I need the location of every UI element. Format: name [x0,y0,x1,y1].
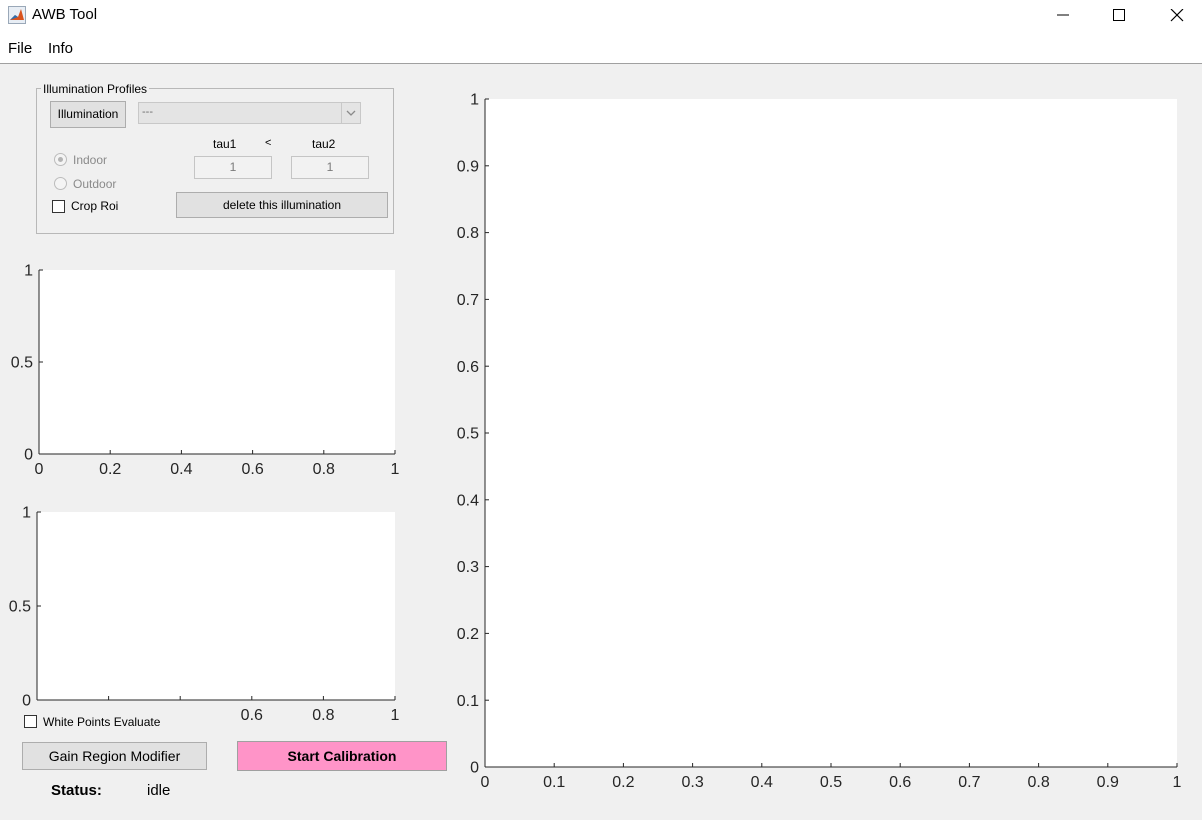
y-tick-label: 0.5 [457,426,479,443]
status-label: Status: [51,782,102,799]
y-tick-label: 0 [470,760,479,777]
white-points-label: White Points Evaluate [43,715,167,729]
bottom-left-axes[interactable] [37,512,395,700]
axes-layer: 0 0.2 0.4 0.6 0.8 1 0 0.5 1 0.6 0.8 1 0 0.5 1 0 0.1 0.2… [9,92,1182,791]
x-tick-label: 0.6 [241,461,263,478]
x-tick-label: 0.6 [241,707,263,724]
x-tick-label: 0.2 [99,461,121,478]
x-tick-label: 0.3 [681,774,703,791]
y-tick-label: 0 [24,447,33,464]
y-tick-label: 0.1 [457,693,479,710]
y-tick-label: 0.6 [457,359,479,376]
x-tick-label: 0.2 [612,774,634,791]
main-axes[interactable] [485,99,1177,767]
x-tick-label: 1 [391,707,400,724]
y-tick-label: 0.3 [457,559,479,576]
x-tick-label: 0.8 [313,461,335,478]
x-tick-label: 0.5 [820,774,842,791]
gain-region-modifier-button[interactable]: Gain Region Modifier [22,742,207,770]
y-tick-label: 0.5 [11,355,33,372]
x-tick-label: 0.7 [958,774,980,791]
y-tick-label: 1 [22,505,31,522]
y-tick-label: 0.4 [457,492,479,509]
start-calibration-button[interactable]: Start Calibration [237,741,447,771]
x-tick-label: 0.8 [312,707,334,724]
y-tick-label: 0 [22,693,31,710]
y-tick-label: 0.8 [457,225,479,242]
x-tick-label: 1 [391,461,400,478]
white-points-checkbox[interactable] [24,715,37,728]
y-tick-label: 0.5 [9,599,31,616]
y-tick-label: 0.9 [457,158,479,175]
x-tick-label: 0 [35,461,44,478]
x-tick-label: 0.6 [889,774,911,791]
x-tick-label: 0.9 [1097,774,1119,791]
y-tick-label: 1 [470,92,479,109]
x-tick-label: 0.8 [1027,774,1049,791]
x-tick-label: 0 [481,774,490,791]
y-tick-label: 1 [24,263,33,280]
y-tick-label: 0.7 [457,292,479,309]
x-tick-label: 0.1 [543,774,565,791]
y-tick-label: 0.2 [457,626,479,643]
top-left-axes[interactable] [39,270,395,454]
x-tick-label: 1 [1173,774,1182,791]
x-tick-label: 0.4 [170,461,192,478]
x-tick-label: 0.4 [751,774,773,791]
status-value: idle [147,782,171,799]
